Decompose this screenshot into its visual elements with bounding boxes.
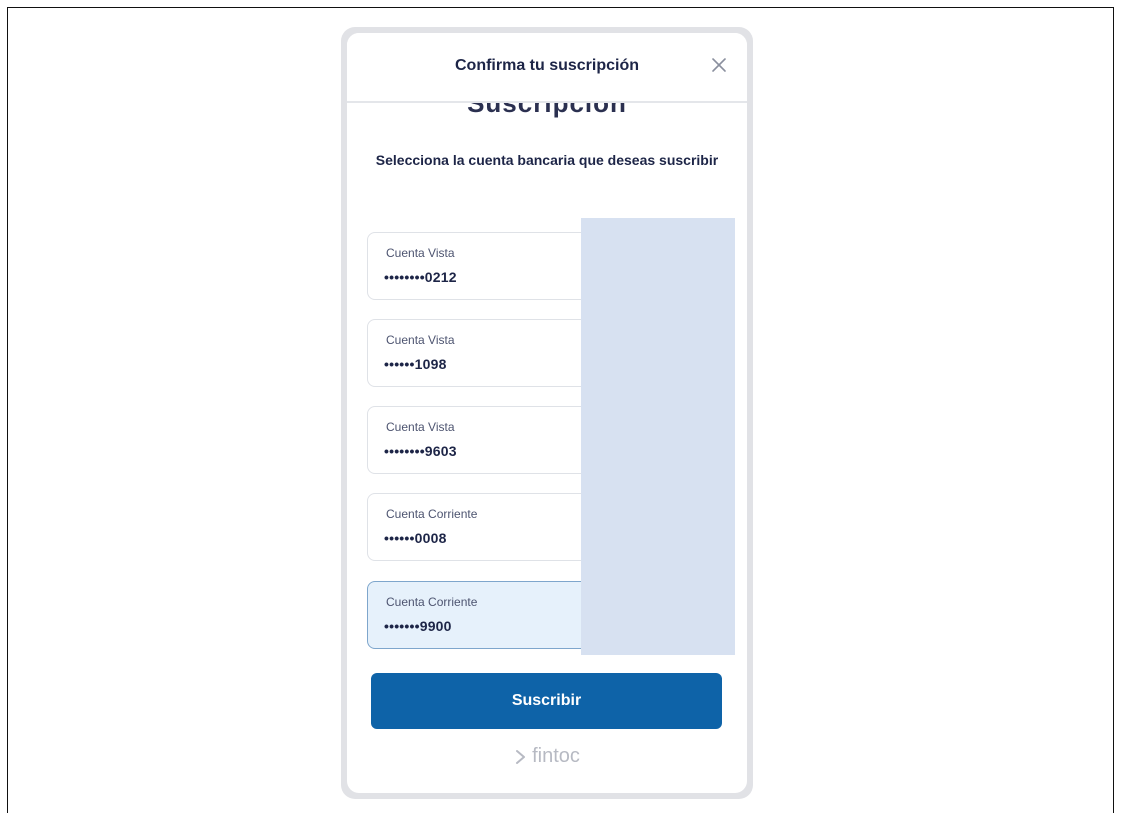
account-type-label: Cuenta Corriente	[386, 595, 478, 609]
fintoc-brand: fintoc	[347, 745, 747, 768]
subscribe-button[interactable]: Suscribir	[371, 673, 722, 729]
close-icon	[712, 58, 726, 72]
account-prompt: Selecciona la cuenta bancaria que deseas…	[375, 152, 719, 168]
modal-header: Confirma tu suscripción	[347, 33, 747, 103]
account-type-label: Cuenta Vista	[386, 246, 455, 260]
account-number: ••••••••0212	[384, 269, 457, 285]
account-type-label: Cuenta Corriente	[386, 507, 478, 521]
redaction-block	[581, 218, 735, 655]
brand-name: fintoc	[532, 745, 580, 768]
account-number: ••••••••9603	[384, 443, 457, 459]
account-number: •••••••9900	[384, 618, 452, 634]
account-type-label: Cuenta Vista	[386, 420, 455, 434]
account-number: ••••••0008	[384, 530, 447, 546]
close-button[interactable]	[709, 55, 729, 75]
fintoc-arrow-icon	[516, 749, 526, 764]
subscription-modal: Confirma tu suscripción Suscripción Sele…	[347, 33, 747, 793]
modal-title: Confirma tu suscripción	[454, 57, 640, 74]
account-number: ••••••1098	[384, 356, 447, 372]
account-type-label: Cuenta Vista	[386, 333, 455, 347]
